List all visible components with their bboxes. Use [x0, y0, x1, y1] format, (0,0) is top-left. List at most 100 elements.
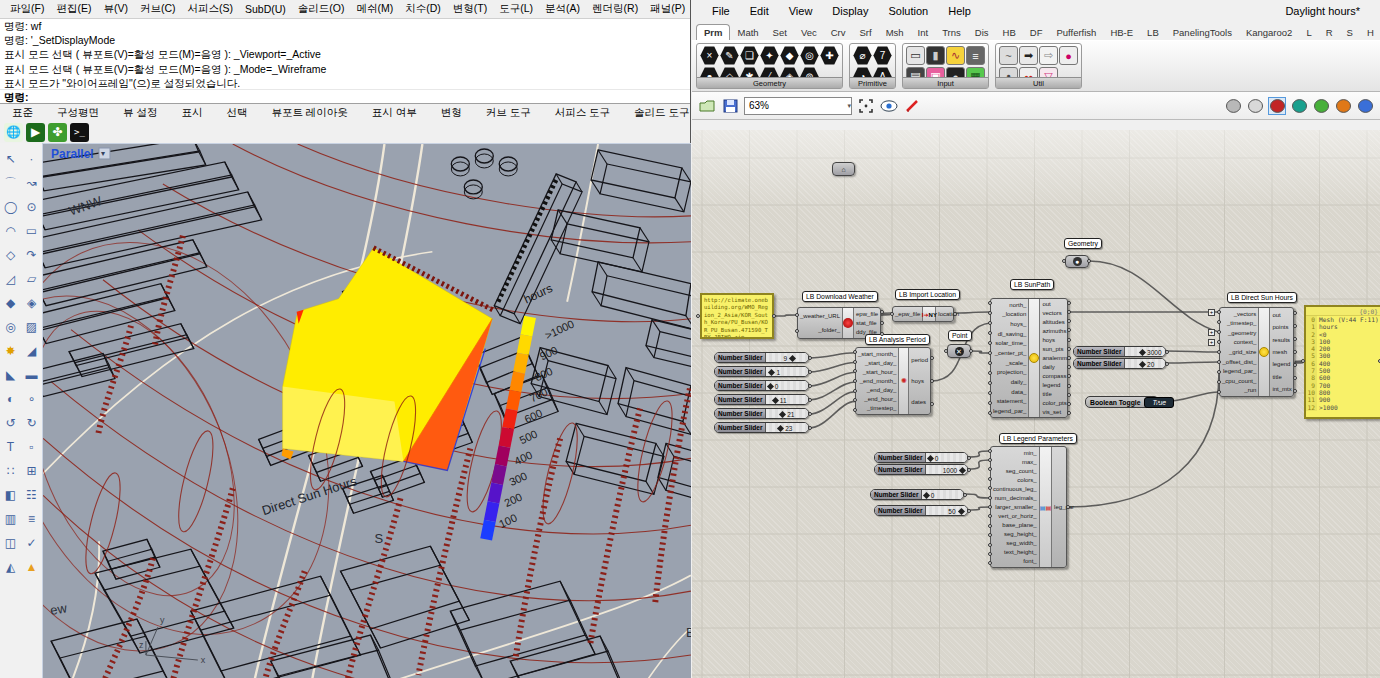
gh-component-tab[interactable]: Prm	[696, 24, 730, 40]
sphere-icon[interactable]: ◈	[21, 291, 42, 315]
brep-param-icon[interactable]: ❏	[740, 46, 759, 65]
period-slider-5[interactable]: Number Slider23	[714, 422, 809, 433]
output-port[interactable]	[1293, 389, 1297, 393]
solver-orange-icon[interactable]	[1334, 97, 1352, 115]
geometry-param[interactable]: ●	[1065, 255, 1089, 268]
input-port[interactable]	[1062, 259, 1066, 263]
output-port[interactable]	[1067, 301, 1071, 305]
legend-max-slider[interactable]: Number Slider1000	[874, 464, 968, 475]
input-port[interactable]	[988, 552, 992, 556]
lb-sunpath[interactable]: north__locationhoys_dl_saving_solar_time…	[990, 298, 1068, 418]
grasshopper-canvas[interactable]: http://climate.onebuilding.org/WMO_Regio…	[692, 130, 1380, 678]
slider-track[interactable]: 20	[1125, 359, 1165, 368]
gh-component-tab[interactable]: Pufferfish	[1049, 25, 1103, 40]
rhino-menu-item[interactable]: 파일(F)	[4, 2, 50, 16]
slider-knob[interactable]	[779, 410, 786, 417]
geometry-x-icon[interactable]: ×	[700, 46, 719, 65]
slider-track[interactable]: 1000	[926, 465, 967, 474]
lb-legend-parameters[interactable]: min_max_seg_count_colors_continuous_leg_…	[990, 446, 1067, 568]
preview-off-icon[interactable]	[1224, 97, 1242, 115]
slider-knob[interactable]	[768, 368, 775, 375]
input-port[interactable]	[988, 351, 992, 355]
surface-icon[interactable]: ◿	[0, 267, 21, 291]
input-port[interactable]	[890, 312, 894, 316]
rhino-menu-item[interactable]: 메쉬(M)	[351, 2, 400, 16]
output-port[interactable]	[1165, 350, 1169, 354]
box-param-icon[interactable]: ◎	[800, 46, 819, 65]
gh-component-tab[interactable]: HB	[996, 25, 1023, 40]
rhino-toolbar-tab[interactable]: 구성평면	[45, 106, 111, 120]
rhino-menu-item[interactable]: 렌더링(R)	[586, 2, 644, 16]
slider-track[interactable]: 11	[766, 395, 808, 404]
solver-green-icon[interactable]	[1312, 97, 1330, 115]
slider-track[interactable]: 0	[926, 453, 967, 462]
input-port[interactable]	[988, 371, 992, 375]
gh-component-tab[interactable]: S	[1340, 25, 1360, 40]
join-icon[interactable]: ▬	[21, 363, 42, 387]
input-port[interactable]	[988, 401, 992, 405]
gh-component-tab[interactable]: PanelingTools	[1166, 25, 1239, 40]
solid-tools-icon[interactable]: ◧	[0, 483, 21, 507]
rhino-toolbar-tab[interactable]: 솔리드 도구	[622, 106, 701, 120]
input-port[interactable]	[988, 331, 992, 335]
output-port[interactable]	[1067, 384, 1071, 388]
focus-extents-icon[interactable]	[857, 97, 875, 115]
slider-knob[interactable]	[957, 507, 964, 514]
value-list-icon[interactable]: ≡	[966, 46, 985, 65]
slider-track[interactable]: 50	[926, 506, 967, 515]
integer-param-icon[interactable]: 7	[873, 46, 892, 65]
input-port[interactable]	[1217, 390, 1221, 394]
period-slider-1[interactable]: Number Slider1	[714, 366, 809, 377]
rhino-toolbar-tab[interactable]: 커브 도구	[474, 106, 543, 120]
lb-analysis-period[interactable]: _start_month__start_day__start_hour__end…	[855, 347, 931, 415]
trim-icon[interactable]: ◢	[21, 339, 42, 363]
output-port[interactable]	[1067, 319, 1071, 323]
output-port[interactable]	[1067, 310, 1071, 314]
output-port[interactable]	[808, 370, 812, 374]
canvas-small-component[interactable]: ⌂	[832, 162, 855, 176]
legend-min-slider[interactable]: Number Slider0	[874, 452, 968, 463]
rhino-menu-item[interactable]: 커브(C)	[134, 2, 182, 16]
preview-wire-icon[interactable]	[1246, 97, 1264, 115]
gh-component-tab[interactable]: Kangaroo2	[1239, 25, 1299, 40]
input-port[interactable]	[988, 301, 992, 305]
input-port[interactable]	[988, 477, 992, 481]
output-port[interactable]	[880, 321, 884, 325]
visibility-icon[interactable]: ◫	[0, 531, 21, 555]
input-port[interactable]	[1217, 350, 1221, 354]
zoom-select[interactable]: 63%▾	[744, 97, 852, 115]
input-port[interactable]	[988, 311, 992, 315]
rhino-command-prompt[interactable]: 명령:	[0, 89, 690, 104]
input-port[interactable]	[988, 458, 992, 462]
array-icon[interactable]: ∷	[0, 459, 21, 483]
orient-icon[interactable]: ⊞	[21, 459, 42, 483]
output-port[interactable]	[1067, 338, 1071, 342]
gh-menu-item[interactable]: Edit	[740, 5, 779, 17]
rhino-toolbar-tab[interactable]: 표시 여부	[360, 106, 429, 120]
shade-icon[interactable]: ◭	[0, 555, 21, 579]
input-port[interactable]	[1217, 360, 1221, 364]
output-port[interactable]	[808, 412, 812, 416]
slider-knob[interactable]	[777, 424, 784, 431]
gh-component-tab[interactable]: Set	[766, 25, 794, 40]
solver-blue-icon[interactable]	[1356, 97, 1374, 115]
rhino-menu-item[interactable]: 편집(E)	[50, 2, 97, 16]
twisted-box-icon[interactable]: ✚	[820, 46, 839, 65]
preview-shaded-icon[interactable]	[1268, 97, 1286, 115]
input-port[interactable]	[1217, 310, 1221, 314]
output-port[interactable]	[1067, 393, 1071, 397]
rhino-menu-item[interactable]: 패널(P)	[644, 2, 691, 16]
md-slider-yellow-icon[interactable]: ∿	[946, 46, 965, 65]
slider-track[interactable]: 0	[922, 490, 963, 499]
output-port[interactable]	[808, 356, 812, 360]
ellipse-icon[interactable]: ⊙	[21, 195, 42, 219]
output-port[interactable]	[1157, 400, 1161, 404]
gh-menu-item[interactable]: Help	[938, 5, 981, 17]
url-panel[interactable]: http://climate.onebuilding.org/WMO_Regio…	[700, 293, 774, 339]
input-port[interactable]	[944, 349, 948, 353]
slider-ruler-icon[interactable]: ▭	[906, 46, 925, 65]
input-port[interactable]	[795, 313, 799, 317]
gh-component-tab[interactable]: L	[1299, 25, 1318, 40]
input-port[interactable]	[853, 360, 857, 364]
input-port[interactable]	[988, 449, 992, 453]
